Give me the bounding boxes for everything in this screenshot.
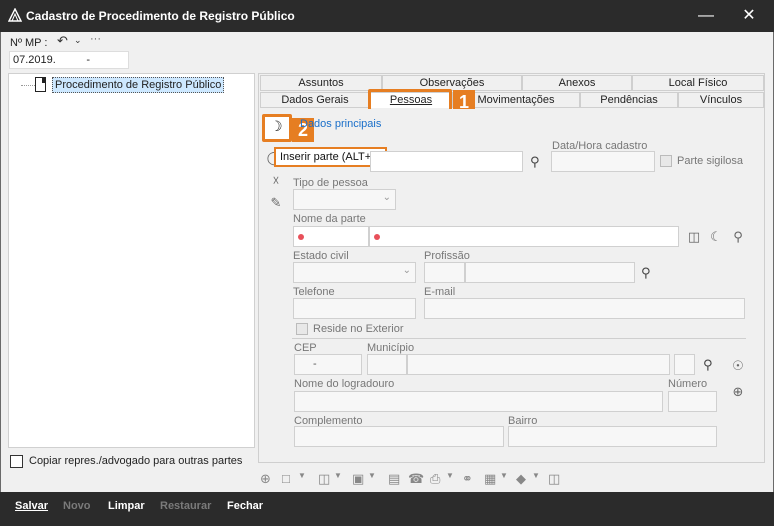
limpar-button[interactable]: Limpar	[108, 500, 145, 512]
novo-button[interactable]: Novo	[63, 500, 91, 512]
tab-assuntos[interactable]: Assuntos	[260, 75, 382, 91]
profissao-input[interactable]	[465, 262, 635, 283]
parte-sigilosa-checkbox[interactable]	[660, 155, 672, 167]
cep-input[interactable]: -	[294, 354, 362, 375]
email-input[interactable]	[424, 298, 745, 319]
fechar-button[interactable]: Fechar	[227, 500, 263, 512]
uf-input[interactable]	[674, 354, 695, 375]
lock-person-icon[interactable]: ☽	[270, 118, 283, 135]
folder-icon[interactable]: □	[282, 471, 290, 486]
mp-value: 07.2019. -	[13, 54, 91, 66]
calendar-icon[interactable]: ▦	[484, 471, 496, 487]
mp-input[interactable]: 07.2019. -	[9, 51, 129, 69]
nome-parte-input-b[interactable]	[369, 226, 679, 247]
more-icon[interactable]: ···	[90, 33, 101, 45]
search-icon[interactable]: ⚲	[641, 265, 651, 281]
tree-item-procedimento[interactable]: Procedimento de Registro Público	[52, 77, 225, 93]
copy-checkbox[interactable]	[10, 455, 23, 468]
document-icon	[35, 77, 46, 92]
copy-icon[interactable]: ▣	[352, 471, 364, 487]
tab-vinculos[interactable]: Vínculos	[678, 92, 764, 108]
required-dot	[374, 234, 380, 240]
action-toolbar: ⊕ □ ▼ ◫ ▼ ▣ ▼ ▤ ☎ ⎙ ▼ ⚭ ▦ ▼ ◆ ▼ ◫	[258, 470, 578, 490]
telefone-input[interactable]	[293, 298, 416, 319]
reside-exterior-checkbox[interactable]	[296, 323, 308, 335]
person-lock-icon[interactable]: ☾	[708, 229, 724, 245]
command-bar: Salvar Novo Limpar Restaurar Fechar	[0, 492, 774, 526]
restaurar-button[interactable]: Restaurar	[160, 500, 211, 512]
data-hora-input	[551, 151, 655, 172]
tag-icon[interactable]: ◆	[516, 471, 526, 487]
tree-panel: Procedimento de Registro Público	[8, 73, 255, 448]
section-title[interactable]: Dados principais	[300, 118, 381, 130]
profissao-label: Profissão	[424, 250, 470, 262]
logradouro-label: Nome do logradouro	[294, 378, 395, 390]
search-icon[interactable]: ⚲	[530, 154, 540, 170]
estado-civil-label: Estado civil	[293, 250, 349, 262]
chevron-down-icon[interactable]: ▼	[446, 471, 454, 480]
estado-civil-select[interactable]: ⌄	[293, 262, 416, 283]
mp-label: Nº MP :	[10, 37, 48, 49]
minimize-icon[interactable]: —	[696, 6, 716, 26]
link-icon[interactable]: ⚭	[462, 471, 473, 487]
structure-icon[interactable]: ◫	[318, 471, 330, 487]
app-icon	[7, 7, 23, 22]
export-icon[interactable]: ◫	[548, 471, 560, 487]
remove-person-icon[interactable]: ☓	[268, 173, 284, 189]
undo-icon[interactable]: ↶	[57, 33, 68, 49]
close-icon[interactable]: ✕	[739, 6, 759, 26]
person-search-icon[interactable]: ⚲	[730, 229, 746, 245]
document-icon[interactable]: ▤	[388, 471, 400, 487]
field-behind-tooltip[interactable]	[370, 151, 523, 172]
title-bar: Cadastro de Procedimento de Registro Púb…	[0, 0, 774, 32]
add-location-icon[interactable]: ⊕	[730, 384, 746, 400]
municipio-label: Município	[367, 342, 415, 354]
logradouro-input[interactable]	[294, 391, 663, 412]
tipo-pessoa-select[interactable]: ⌄	[293, 189, 396, 210]
location-icon[interactable]: ☉	[730, 358, 746, 374]
window-title: Cadastro de Procedimento de Registro Púb…	[26, 9, 295, 23]
tab-pendencias[interactable]: Pendências	[580, 92, 678, 108]
chevron-down-icon[interactable]: ⌄	[74, 35, 82, 46]
tab-dados-gerais[interactable]: Dados Gerais	[260, 92, 370, 108]
chevron-down-icon[interactable]: ▼	[368, 471, 376, 480]
nome-parte-input-a[interactable]	[293, 226, 369, 247]
municipio-input[interactable]	[407, 354, 670, 375]
email-label: E-mail	[424, 286, 456, 298]
person-list-icon[interactable]: ◫	[686, 229, 702, 245]
divider	[292, 338, 746, 339]
complemento-input[interactable]	[294, 426, 504, 447]
reside-exterior-label: Reside no Exterior	[313, 323, 404, 335]
municipio-code-input[interactable]	[367, 354, 407, 375]
edit-person-icon[interactable]: ✎	[268, 195, 284, 211]
chevron-down-icon: ⌄	[402, 265, 411, 276]
chevron-down-icon[interactable]: ▼	[532, 471, 540, 480]
search-icon[interactable]: ⚲	[703, 357, 713, 373]
tab-anexos[interactable]: Anexos	[522, 75, 632, 91]
cep-label: CEP	[294, 342, 317, 354]
numero-label: Número	[668, 378, 708, 390]
nome-parte-label: Nome da parte	[293, 213, 366, 225]
parte-sigilosa-label: Parte sigilosa	[677, 155, 744, 167]
chevron-down-icon: ⌄	[382, 192, 391, 203]
profissao-code-input[interactable]	[424, 262, 465, 283]
chevron-down-icon[interactable]: ▼	[334, 471, 342, 480]
required-dot	[298, 234, 304, 240]
print-icon[interactable]: ⎙	[430, 471, 440, 487]
chevron-down-icon[interactable]: ▼	[298, 471, 306, 480]
tab-local-fisico[interactable]: Local Físico	[632, 75, 764, 91]
tipo-pessoa-label: Tipo de pessoa	[293, 177, 368, 189]
salvar-button[interactable]: Salvar	[15, 500, 48, 512]
cep-value: -	[313, 358, 317, 370]
tooltip-text: Inserir parte (ALT+1)	[280, 151, 381, 163]
add-icon[interactable]: ⊕	[260, 471, 271, 487]
chevron-down-icon[interactable]: ▼	[500, 471, 508, 480]
phone-icon[interactable]: ☎	[408, 471, 424, 487]
numero-input[interactable]	[668, 391, 717, 412]
telefone-label: Telefone	[293, 286, 335, 298]
bairro-input[interactable]	[508, 426, 717, 447]
copy-label: Copiar repres./advogado para outras part…	[29, 455, 243, 467]
